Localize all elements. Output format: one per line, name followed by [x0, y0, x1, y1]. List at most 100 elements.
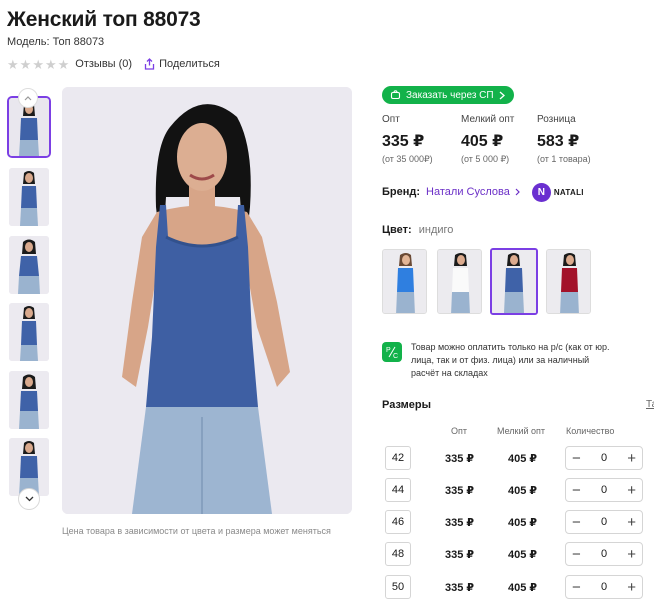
size-row: 44 335 ₽ 405 ₽ − 0 + [382, 478, 654, 502]
order-sp-label: Заказать через СП [406, 89, 494, 101]
thumbnail-3[interactable] [9, 236, 49, 294]
increase-button[interactable]: + [627, 483, 636, 498]
size-value: 50 [385, 575, 411, 599]
swatch-image [438, 250, 481, 313]
share-button[interactable]: Поделиться [144, 58, 220, 70]
brand-logo-text: NATALI [553, 187, 584, 197]
main-product-photo[interactable] [62, 87, 352, 514]
quantity-stepper: − 0 + [565, 478, 643, 502]
reviews-link[interactable]: Отзывы (0) [75, 58, 132, 70]
size-price-small-opt: 405 ₽ [508, 549, 538, 561]
size-price-opt: 335 ₽ [445, 582, 475, 594]
swatch-image [547, 250, 590, 313]
increase-button[interactable]: + [627, 451, 636, 466]
chevron-right-icon [499, 91, 505, 99]
thumbnail-image [9, 236, 49, 294]
size-price-small-opt: 405 ₽ [508, 453, 538, 465]
quantity-input[interactable]: 0 [601, 548, 607, 560]
price-label: Мелкий опт [461, 114, 515, 125]
thumbnail-image [9, 168, 49, 226]
svg-text:C: C [393, 353, 398, 359]
quantity-stepper: − 0 + [565, 542, 643, 566]
size-price-opt: 335 ₽ [445, 517, 475, 529]
model-label: Модель: Топ 88073 [7, 36, 105, 48]
svg-text:P: P [386, 347, 391, 354]
brand-link[interactable]: Натали Суслова [426, 186, 510, 198]
size-value: 48 [385, 542, 411, 566]
thumbnail-4[interactable] [9, 303, 49, 361]
star-icon: ★ [19, 56, 32, 72]
size-table-link[interactable]: Та [646, 399, 654, 410]
color-row: Цвет: индиго [382, 224, 453, 236]
thumbnail-scroll-up-button[interactable] [18, 88, 38, 108]
color-swatch-white[interactable] [437, 249, 482, 314]
quantity-stepper: − 0 + [565, 575, 643, 599]
decrease-button[interactable]: − [572, 515, 581, 530]
quantity-stepper: − 0 + [565, 446, 643, 470]
col-header-opt: Опт [451, 426, 467, 436]
thumbnail-scroll-down-button[interactable] [18, 488, 40, 510]
brand-label: Бренд: [382, 186, 421, 198]
share-label: Поделиться [159, 58, 220, 70]
price-retail: Розница 583 ₽ (от 1 товара) [537, 114, 591, 164]
rating-stars[interactable]: ★ ★ ★ ★ ★ [7, 58, 69, 71]
size-price-opt: 335 ₽ [445, 485, 475, 497]
price-label: Розница [537, 114, 576, 125]
size-price-opt: 335 ₽ [445, 453, 475, 465]
star-icon: ★ [7, 56, 19, 72]
size-price-small-opt: 405 ₽ [508, 517, 538, 529]
color-value: индиго [418, 224, 454, 236]
swatch-image [492, 250, 536, 313]
decrease-button[interactable]: − [572, 580, 581, 595]
thumbnail-image [9, 371, 49, 429]
share-icon [144, 58, 155, 70]
chevron-down-icon [25, 496, 33, 502]
quantity-input[interactable]: 0 [601, 484, 607, 496]
increase-button[interactable]: + [627, 547, 636, 562]
size-row: 50 335 ₽ 405 ₽ − 0 + [382, 575, 654, 599]
thumbnail-2[interactable] [9, 168, 49, 226]
thumbnail-image [9, 303, 49, 361]
price-small-wholesale: Мелкий опт 405 ₽ (от 5 000 ₽) [461, 114, 514, 165]
quantity-input[interactable]: 0 [601, 516, 607, 528]
color-swatch-indigo[interactable] [490, 248, 538, 315]
price-note: Цена товара в зависимости от цвета и раз… [62, 526, 331, 536]
quantity-input[interactable]: 0 [601, 581, 607, 593]
star-icon: ★ [44, 56, 57, 72]
increase-button[interactable]: + [627, 580, 636, 595]
decrease-button[interactable]: − [572, 483, 581, 498]
quantity-stepper: − 0 + [565, 510, 643, 534]
size-value: 44 [385, 478, 411, 502]
decrease-button[interactable]: − [572, 547, 581, 562]
quantity-input[interactable]: 0 [601, 452, 607, 464]
meta-row: ★ ★ ★ ★ ★ Отзывы (0) Поделиться [7, 57, 220, 71]
size-row: 46 335 ₽ 405 ₽ − 0 + [382, 510, 654, 534]
price-wholesale: Опт 335 ₽ (от 35 000₽) [382, 114, 433, 165]
col-header-qty: Количество [566, 426, 615, 436]
size-value: 42 [385, 446, 411, 470]
chevron-right-icon [515, 188, 520, 196]
size-value: 46 [385, 510, 411, 534]
payment-note: Товар можно оплатить только на р/с (как … [411, 342, 610, 378]
cart-icon [390, 90, 401, 100]
product-image [62, 87, 352, 514]
thumbnail-5[interactable] [9, 371, 49, 429]
thumbnail-strip [7, 88, 51, 510]
swatch-image [383, 250, 426, 313]
brand-logo[interactable]: N [531, 182, 551, 202]
color-label: Цвет: [382, 224, 412, 236]
order-sp-button[interactable]: Заказать через СП [382, 86, 514, 104]
star-icon: ★ [32, 56, 44, 72]
price-condition: (от 5 000 ₽) [461, 154, 510, 164]
page-title: Женский топ 88073 [7, 8, 201, 31]
color-swatch-red[interactable] [546, 249, 591, 314]
price-value: 583 ₽ [537, 133, 580, 150]
decrease-button[interactable]: − [572, 451, 581, 466]
price-value: 405 ₽ [461, 133, 504, 150]
size-row: 42 335 ₽ 405 ₽ − 0 + [382, 446, 654, 470]
color-swatch-blue[interactable] [382, 249, 427, 314]
price-label: Опт [382, 114, 400, 125]
increase-button[interactable]: + [627, 515, 636, 530]
star-icon: ★ [57, 56, 70, 72]
sizes-title: Размеры [382, 399, 432, 411]
